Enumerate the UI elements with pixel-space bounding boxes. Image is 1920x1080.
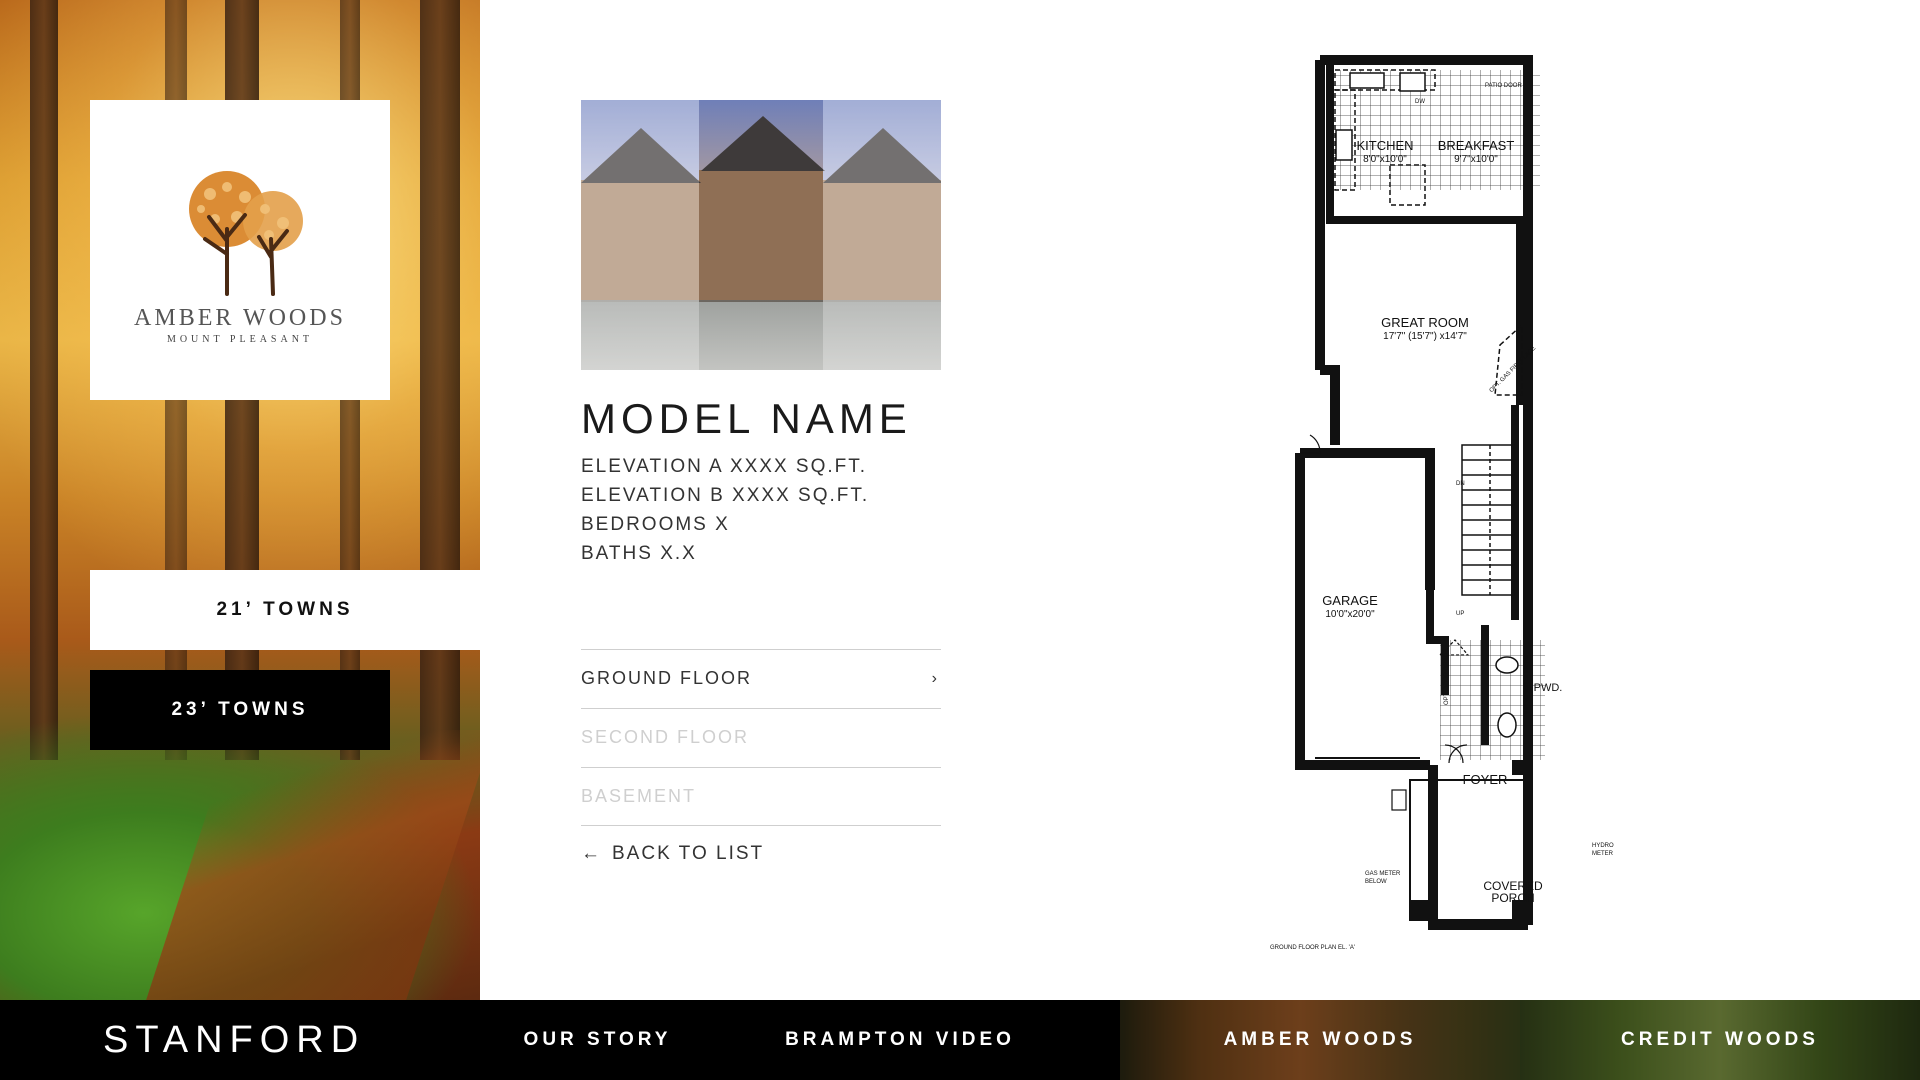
nav-amber-woods[interactable]: AMBER WOODS — [1120, 1000, 1520, 1080]
spec-bedrooms: BEDROOMS X — [581, 514, 730, 535]
arrow-left-icon: ← — [581, 843, 602, 864]
floor-tab-ground[interactable]: GROUND FLOOR › — [581, 649, 941, 707]
hydro-meter-note: METER — [1592, 851, 1614, 857]
breakfast-dimension: 9'7"x10'0" — [1454, 154, 1498, 165]
spec-elevation-b: ELEVATION B XXXX SQ.FT. — [581, 485, 870, 506]
powder-room-label: PWD. — [1534, 682, 1563, 694]
spec-baths: BATHS X.X — [581, 543, 697, 564]
gas-meter-note: GAS METER — [1365, 871, 1401, 877]
dishwasher-note: DW — [1415, 99, 1425, 105]
stanford-brand-logo[interactable]: STANFORD — [103, 1000, 365, 1080]
floor-tab-second[interactable]: SECOND FLOOR — [581, 708, 941, 766]
foyer-label: FOYER — [1463, 772, 1508, 787]
sink-icon — [1495, 656, 1519, 674]
back-to-list-label: BACK TO LIST — [612, 843, 765, 864]
nav-amber-woods-label: AMBER WOODS — [1223, 1029, 1417, 1050]
floor-tab-label: BASEMENT — [581, 786, 697, 806]
floor-tab-label: GROUND FLOOR — [581, 668, 753, 688]
elevation-a-overlay — [581, 100, 699, 370]
opt-door-note: OPT. DOOR GRADE — [1444, 649, 1450, 705]
floor-tab-label: SECOND FLOOR — [581, 727, 750, 747]
tree-trunk — [30, 0, 58, 760]
elevation-b-overlay — [823, 100, 941, 370]
exterior-wall — [1320, 365, 1340, 445]
gas-meter-icon — [1391, 789, 1407, 811]
nav-brampton-video[interactable]: BRAMPTON VIDEO — [745, 1000, 1055, 1080]
chevron-right-icon: › — [931, 669, 939, 687]
stairs-down-note: DN — [1456, 481, 1465, 487]
great-room-dimension: 17'7" (15'7") x14'7" — [1383, 331, 1467, 342]
spec-elevation-a: ELEVATION A XXXX SQ.FT. — [581, 456, 868, 477]
hydro-meter-note: HYDRO — [1592, 843, 1614, 849]
nav-credit-woods-label: CREDIT WOODS — [1621, 1029, 1819, 1050]
bottom-navigation-bar: STANFORD OUR STORY BRAMPTON VIDEO AMBER … — [0, 1000, 1920, 1080]
dishwasher-icon — [1399, 72, 1426, 92]
nav-brampton-video-label: BRAMPTON VIDEO — [785, 1029, 1015, 1050]
garage-dimension: 10'0"x20'0" — [1325, 609, 1375, 620]
stove-icon — [1335, 129, 1353, 161]
kitchen-dimension: 8'0"x10'0" — [1363, 154, 1407, 165]
stairs-up-note: UP — [1456, 611, 1464, 617]
toilet-icon — [1497, 712, 1517, 738]
mirrored-sliders-note: MIRRORED SLIDERS — [1524, 655, 1530, 715]
nav-our-story[interactable]: OUR STORY — [480, 1000, 715, 1080]
tree-logo-icon — [189, 171, 303, 296]
series-21-towns-button[interactable]: 21’ TOWNS — [90, 570, 480, 650]
gas-meter-note: BELOW — [1365, 879, 1387, 885]
amber-woods-logo-card: AMBER WOODS MOUNT PLEASANT — [90, 100, 390, 400]
logo-subtitle: MOUNT PLEASANT — [166, 334, 314, 345]
model-name-heading: MODEL NAME — [581, 395, 912, 442]
kitchen-label: KITCHEN — [1356, 138, 1413, 153]
floor-tab-basement[interactable]: BASEMENT — [581, 767, 941, 826]
ground-floor-plan: KITCHEN 8'0"x10'0" BREAKFAST 9'7"x10'0" … — [1270, 55, 1614, 951]
elevation-photo — [581, 100, 941, 370]
sink-icon — [1349, 72, 1385, 89]
nav-our-story-label: OUR STORY — [523, 1029, 672, 1050]
roof-center — [701, 116, 825, 171]
garage-label: GARAGE — [1322, 593, 1378, 608]
interior-wall — [1426, 590, 1449, 695]
great-room-label: GREAT ROOM — [1381, 315, 1469, 330]
breakfast-label: BREAKFAST — [1438, 138, 1515, 153]
plan-caption: GROUND FLOOR PLAN EL. 'A' — [1270, 945, 1355, 951]
covered-porch-label: PORCH — [1491, 891, 1534, 905]
nav-credit-woods[interactable]: CREDIT WOODS — [1520, 1000, 1920, 1080]
back-to-list-link[interactable]: ← BACK TO LIST — [581, 843, 764, 865]
garage-wall — [1300, 448, 1435, 590]
series-23-towns-button[interactable]: 23’ TOWNS — [90, 670, 390, 750]
house-center — [699, 170, 823, 300]
patio-door-note: PATIO DOOR — [1485, 83, 1522, 89]
logo-title: AMBER WOODS — [134, 305, 346, 331]
